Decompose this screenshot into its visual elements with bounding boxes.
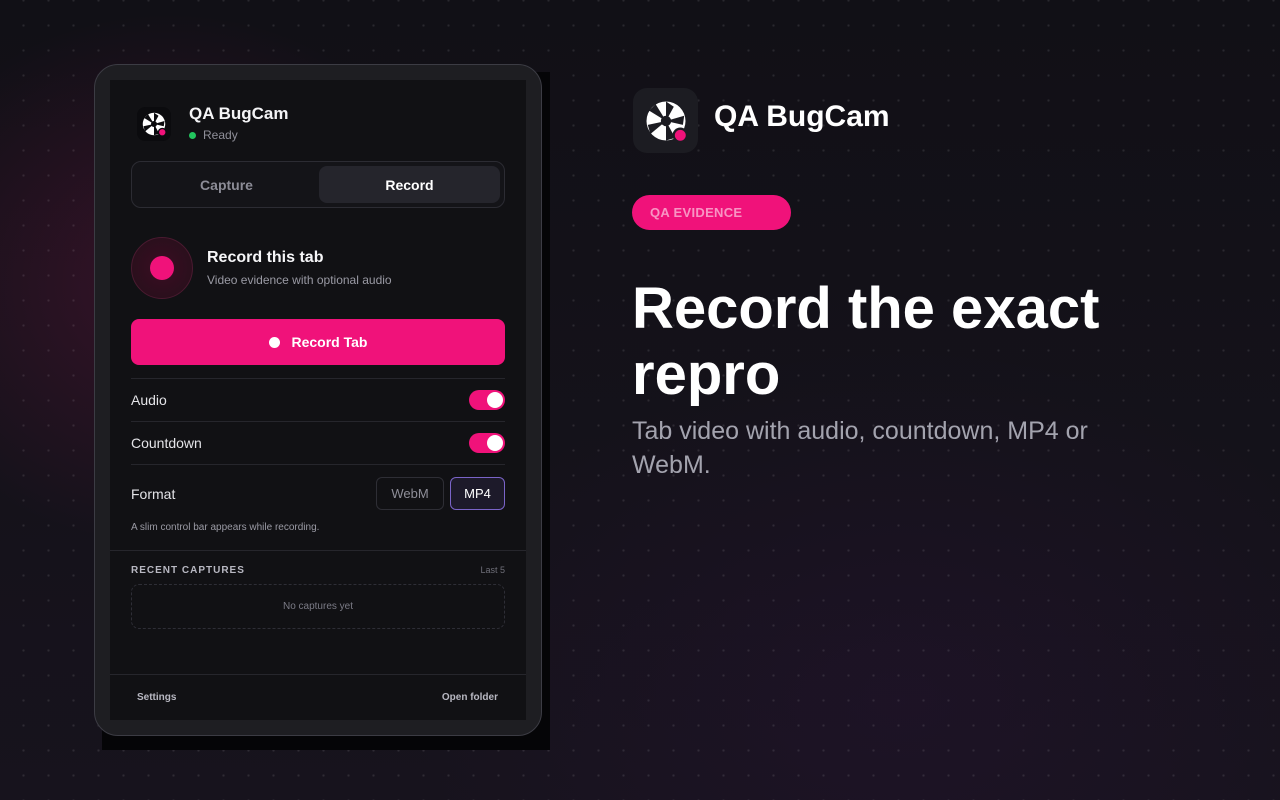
audio-toggle[interactable] [469,390,505,410]
recent-captures-count: Last 5 [480,565,505,575]
tab-record[interactable]: Record [319,166,500,203]
app-name: QA BugCam [189,104,289,123]
qa-evidence-badge: QA EVIDENCE [632,195,791,230]
record-tab-button-label: Record Tab [291,334,368,350]
app-logo-icon [137,107,171,141]
countdown-toggle[interactable] [469,433,505,453]
record-card-subtitle: Video evidence with optional audio [207,273,392,287]
record-indicator-icon [131,237,193,299]
format-label: Format [131,485,176,502]
format-webm-button[interactable]: WebM [376,477,444,510]
divider [110,674,526,675]
hero-title: Record the exact repro [632,276,1100,407]
open-folder-link[interactable]: Open folder [442,692,498,703]
status-text: Ready [203,128,238,142]
recent-captures-title: RECENT CAPTURES [131,565,245,576]
record-info-card: Record this tab Video evidence with opti… [131,237,392,299]
recent-captures-header: RECENT CAPTURES Last 5 [131,565,505,576]
tab-capture[interactable]: Capture [136,166,317,203]
record-card-title: Record this tab [207,249,324,266]
popup-header: QA BugCam Ready [137,104,289,142]
audio-label: Audio [131,392,167,408]
countdown-label: Countdown [131,435,202,451]
countdown-option-row: Countdown [131,421,505,464]
divider [110,550,526,551]
format-option-row: Format WebM MP4 [131,464,505,522]
hero-app-name: QA BugCam [714,100,890,133]
format-selector: WebM MP4 [376,477,505,510]
recording-hint: A slim control bar appears while recordi… [131,522,320,533]
record-tab-button[interactable]: Record Tab [131,319,505,365]
extension-popup: QA BugCam Ready Capture Record Record th… [110,80,526,720]
record-dot-icon [268,336,280,348]
mode-tabs: Capture Record [131,161,505,208]
ready-dot-icon [189,131,196,139]
hero-logo-icon [633,88,698,153]
settings-link[interactable]: Settings [137,692,176,703]
status-indicator: Ready [189,128,289,142]
audio-option-row: Audio [131,378,505,421]
recent-captures-empty: No captures yet [131,584,505,629]
format-mp4-button[interactable]: MP4 [450,477,505,510]
hero-subtitle: Tab video with audio, countdown, MP4 or … [632,417,1088,479]
